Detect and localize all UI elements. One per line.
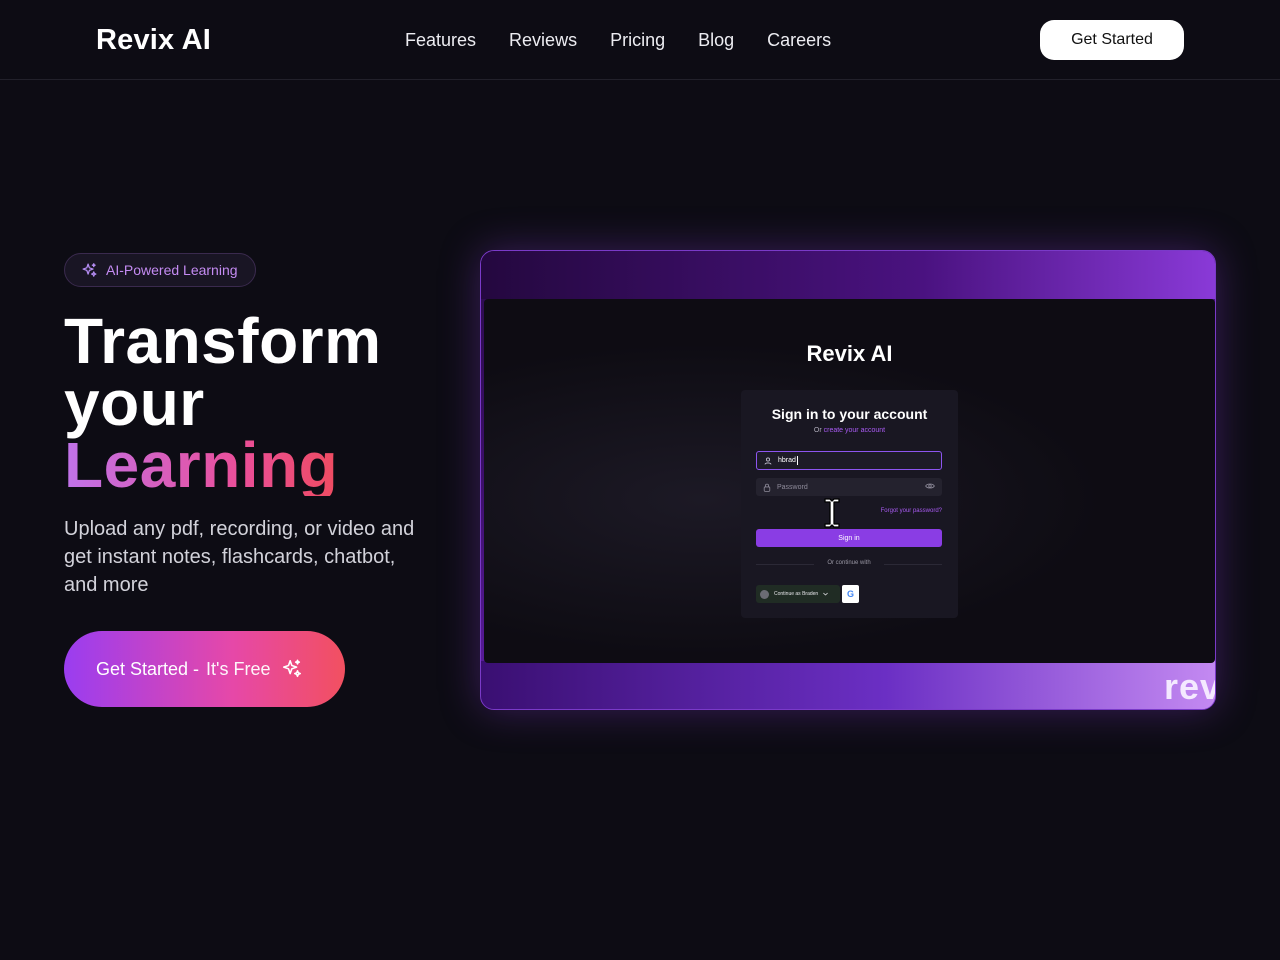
hero-get-started-button[interactable]: Get Started - It's Free (64, 631, 345, 707)
chevron-down-icon (823, 592, 829, 596)
user-icon (764, 457, 773, 465)
ai-powered-badge: AI-Powered Learning (64, 253, 256, 287)
navbar: Revix AI Features Reviews Pricing Blog C… (0, 0, 1280, 80)
brand-logo[interactable]: Revix AI (96, 20, 211, 60)
eye-icon[interactable] (925, 482, 935, 490)
nav-link-pricing[interactable]: Pricing (610, 24, 665, 56)
continue-as-button[interactable]: Continue as Braden (756, 585, 840, 603)
preview-watermark: rev (1164, 666, 1216, 707)
forgot-password-link[interactable]: Forgot your password? (881, 508, 942, 514)
nav-link-features[interactable]: Features (405, 24, 476, 56)
preview-app-brand: Revix AI (806, 341, 893, 366)
preview-app-window: Revix AI Sign in to your account Or crea… (484, 299, 1215, 663)
continue-as-label: Continue as Braden (774, 591, 819, 597)
username-field[interactable]: hbrad (756, 451, 942, 470)
hero-subtitle: Upload any pdf, recording, or video and … (64, 518, 415, 596)
login-subtitle-prefix: Or (813, 427, 822, 434)
hero-headline: Transform your Learning (64, 305, 382, 497)
hero-cta-free-label: It's Free (206, 658, 271, 679)
login-card: Sign in to your account Or create your a… (741, 390, 958, 618)
nav-link-careers[interactable]: Careers (767, 24, 831, 56)
username-value: hbrad (778, 457, 796, 464)
badge-label: AI-Powered Learning (106, 262, 238, 278)
password-placeholder: Password (777, 483, 808, 491)
login-title: Sign in to your account (771, 406, 928, 422)
headline-line-1: Transform (64, 305, 382, 377)
preview-top-band (481, 251, 1215, 299)
preview-bottom-band (481, 661, 1215, 709)
get-started-button[interactable]: Get Started (1040, 20, 1184, 60)
hero-cta-label: Get Started - (96, 658, 200, 679)
create-account-link[interactable]: create your account (824, 427, 885, 434)
nav-links: Features Reviews Pricing Blog Careers (405, 24, 831, 56)
nav-link-blog[interactable]: Blog (698, 24, 734, 56)
sparkles-icon (81, 262, 98, 279)
avatar (760, 589, 769, 599)
nav-link-reviews[interactable]: Reviews (509, 24, 577, 56)
divider-text: Or continue with (814, 560, 884, 566)
lock-icon (763, 483, 772, 492)
headline-line-3: Learning (64, 433, 381, 497)
sparkles-icon (281, 658, 303, 680)
password-field[interactable]: Password (756, 478, 942, 496)
text-caret (796, 456, 798, 465)
headline-line-2: your (64, 367, 205, 439)
app-preview: rev Revix AI Sign in to your account Or … (480, 250, 1216, 710)
login-subtitle: Or create your account (741, 427, 958, 434)
text-cursor-icon (823, 497, 841, 529)
google-icon[interactable]: G (842, 585, 859, 603)
sign-in-button[interactable]: Sign in (756, 529, 942, 547)
